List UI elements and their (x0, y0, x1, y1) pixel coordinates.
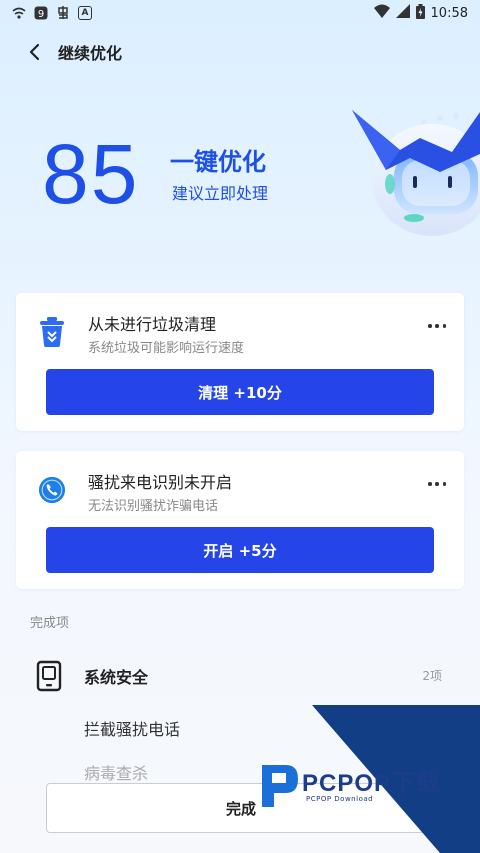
status-left-icons: 9 A (12, 6, 92, 20)
top-nav: 继续优化 (0, 34, 480, 70)
card-subtitle: 系统垃圾可能影响运行速度 (88, 341, 245, 356)
status-bar: 9 A 10:58 (0, 0, 480, 26)
sub-item-block-calls: 拦截骚扰电话 (84, 720, 181, 739)
status-time: 10:58 (430, 5, 468, 21)
completed-section-label: 完成项 (30, 616, 70, 631)
finish-button[interactable]: 完成 (46, 783, 436, 833)
status-right-icons: 10:58 (373, 3, 468, 23)
hero-subtitle: 建议立即处理 (172, 184, 269, 203)
app-9-icon: 9 (34, 6, 48, 20)
tablet-icon (36, 660, 62, 692)
hero-title[interactable]: 一键优化 (170, 142, 266, 177)
wifi-lock-icon (12, 6, 26, 20)
enable-button[interactable]: 开启 +5分 (46, 527, 434, 573)
phone-shield-icon (38, 476, 66, 504)
more-options-icon[interactable] (428, 321, 446, 331)
card-title: 骚扰来电识别未开启 (88, 473, 233, 492)
more-options-icon[interactable] (428, 479, 446, 489)
page-title: 继续优化 (58, 44, 123, 63)
wifi-icon (373, 4, 390, 22)
back-button[interactable] (16, 34, 52, 70)
junk-clean-card: 从未进行垃圾清理 系统垃圾可能影响运行速度 清理 +10分 (16, 293, 464, 431)
score-value: 85 (42, 127, 140, 221)
score-hero: 85 一键优化 建议立即处理 (0, 110, 480, 280)
card-title: 从未进行垃圾清理 (88, 315, 217, 334)
a-box-icon: A (78, 6, 92, 20)
trash-bin-icon (40, 317, 64, 347)
svg-text:9: 9 (38, 9, 44, 20)
harass-call-card: 骚扰来电识别未开启 无法识别骚扰诈骗电话 开启 +5分 (16, 451, 464, 589)
chevron-left-icon (29, 43, 40, 61)
clean-button[interactable]: 清理 +10分 (46, 369, 434, 415)
bug-app-icon (56, 6, 70, 20)
completed-item-count: 2项 (422, 669, 442, 683)
card-subtitle: 无法识别骚扰诈骗电话 (88, 499, 219, 514)
battery-icon (415, 3, 425, 23)
signal-icon (395, 4, 410, 22)
sub-item-virus-scan: 病毒查杀 (84, 764, 149, 783)
completed-item-system-security[interactable]: 系统安全 2项 (0, 650, 480, 700)
completed-item-title: 系统安全 (84, 668, 149, 687)
robot-mascot-icon (352, 110, 480, 236)
